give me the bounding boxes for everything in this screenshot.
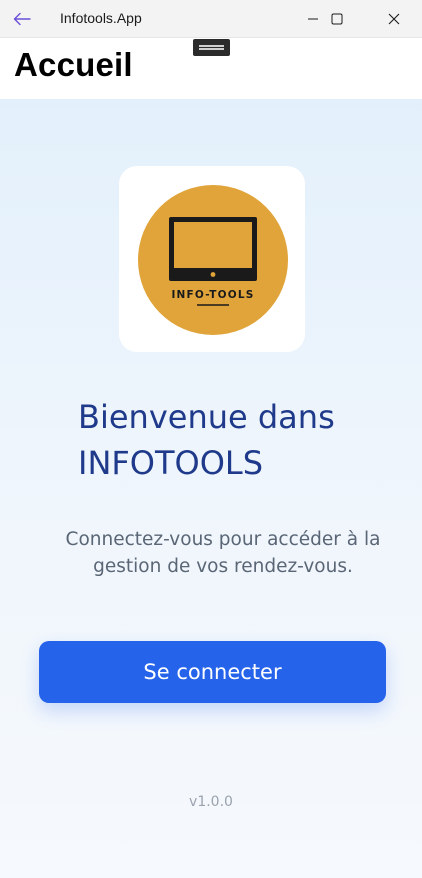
logo-text: INFO-TOOLS <box>171 289 254 301</box>
close-button[interactable] <box>371 0 417 38</box>
version-label: v1.0.0 <box>189 794 233 810</box>
back-arrow-icon <box>13 12 31 26</box>
login-subtitle: Connectez-vous pour accéder à la gestion… <box>65 529 381 577</box>
drag-handle[interactable] <box>193 39 230 56</box>
maximize-button[interactable] <box>314 0 360 38</box>
welcome-heading: Bienvenue dans INFOTOOLS <box>78 398 335 482</box>
login-button[interactable]: Se connecter <box>39 641 386 703</box>
maximize-icon <box>331 13 343 25</box>
monitor-icon <box>169 217 257 281</box>
title-bar: Infotools.App <box>0 0 422 38</box>
close-icon <box>388 13 400 25</box>
app-title: Infotools.App <box>60 10 142 26</box>
app-logo: INFO-TOOLS <box>138 185 288 335</box>
back-button[interactable] <box>6 5 38 33</box>
page-title: Accueil <box>14 46 133 83</box>
